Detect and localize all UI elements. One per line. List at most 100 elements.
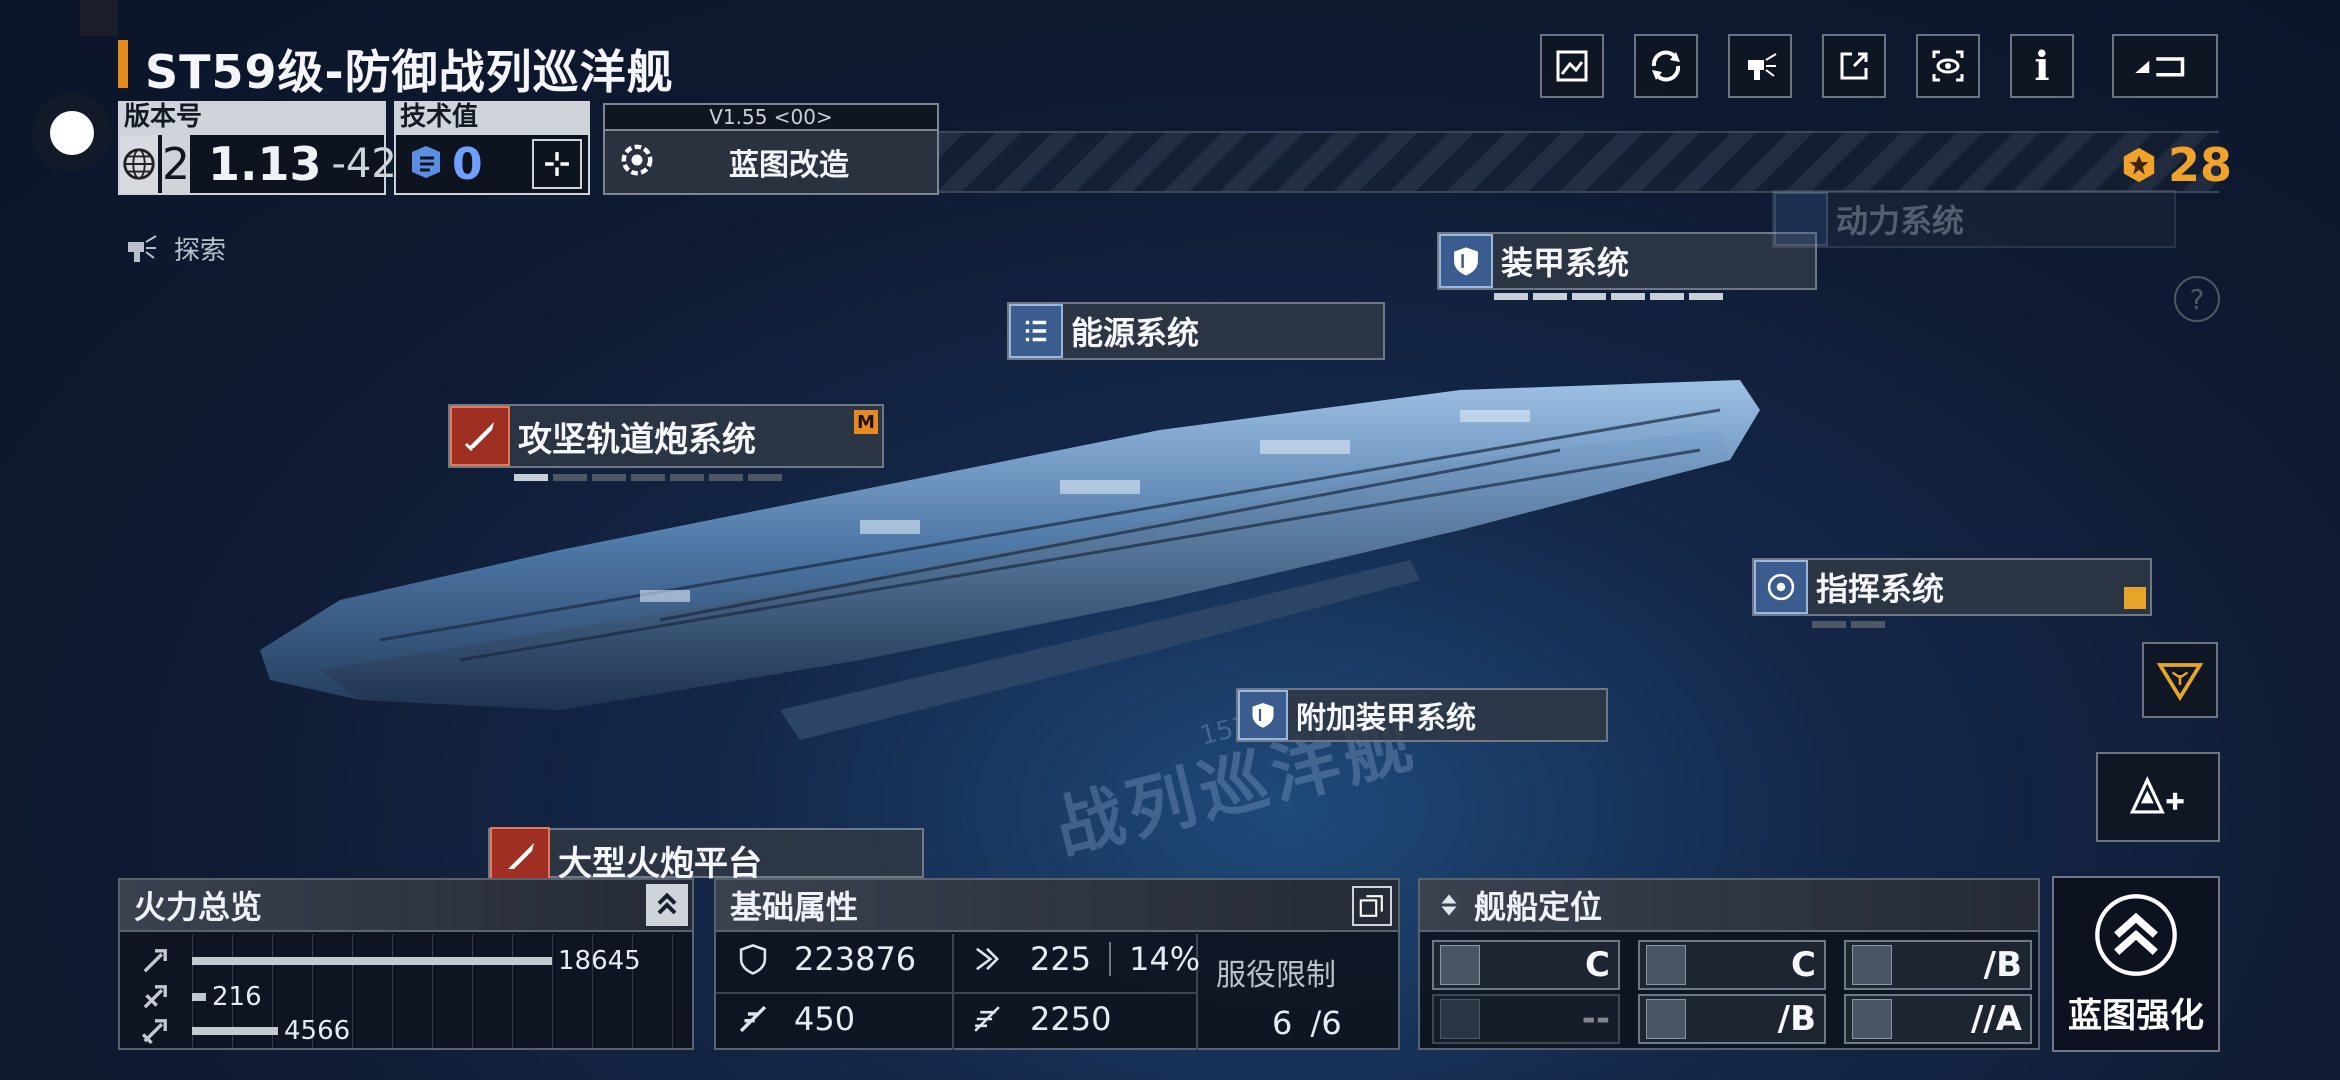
role-cell: /B: [1844, 940, 2032, 990]
share-button[interactable]: [1822, 34, 1886, 98]
tech-label: 技术值: [394, 101, 590, 133]
firepower-bar: [192, 993, 206, 1001]
explore-label: 探索: [174, 235, 227, 266]
upgrade-plus-button[interactable]: [2096, 752, 2220, 842]
tech-add-button[interactable]: [532, 139, 582, 189]
firepower-value: 4566: [284, 1016, 351, 1046]
service-current: 6: [1272, 1004, 1293, 1042]
share-icon: [1840, 52, 1868, 80]
firepower-panel: 火力总览 18645 216 4566: [118, 878, 694, 1050]
currency-icon: [2123, 147, 2155, 183]
firepower-bar: [192, 1027, 278, 1035]
service-limit-label: 服役限制: [1216, 958, 1336, 993]
attributes-header: 基础属性: [716, 880, 1398, 932]
system-extra-armor[interactable]: 附加装甲系统: [1236, 688, 1608, 742]
floating-assist-button[interactable]: [32, 93, 112, 173]
view-icon: [1932, 50, 1964, 82]
refresh-icon: [1651, 50, 1681, 82]
currency-display: 28: [2120, 138, 2232, 192]
system-extra-armor-label: 附加装甲系统: [1296, 701, 1476, 736]
list-icon: [1009, 304, 1063, 358]
explore-drone-icon: [128, 235, 157, 262]
firepower-title: 火力总览: [134, 888, 263, 926]
system-railgun[interactable]: 攻坚轨道炮系统 M: [448, 404, 884, 468]
version-value-box: 2 1.13 -42: [118, 133, 397, 195]
triangle-filter-icon: [2156, 663, 2204, 702]
system-armor-label: 装甲系统: [1501, 244, 1630, 282]
explore-link[interactable]: 探索: [122, 228, 226, 268]
gear-icon: [615, 138, 659, 186]
system-command[interactable]: 指挥系统: [1752, 558, 2152, 616]
globe-icon: [120, 135, 158, 193]
role-grade: /B: [1983, 945, 2022, 985]
pip: [553, 474, 587, 481]
attr-evade: 225 14%: [970, 940, 1200, 978]
attr-speed: 450: [736, 1000, 855, 1038]
detail-window-button[interactable]: [1352, 886, 1392, 926]
attr-evade-value: 225: [1030, 940, 1092, 978]
role-grade: //A: [1970, 999, 2022, 1039]
return-icon: [2135, 57, 2185, 77]
railgun-icon: [450, 406, 510, 466]
role-cell: C: [1638, 940, 1826, 990]
ship-title: ST59级-防御战列巡洋舰: [145, 45, 674, 99]
refresh-button[interactable]: [1634, 34, 1698, 98]
explore-drone-icon: [1748, 53, 1777, 80]
blueprint-modify-label: 蓝图改造: [729, 148, 849, 183]
railgun-badge: M: [854, 410, 878, 434]
pip: [1611, 293, 1645, 300]
support-role-icon: [1440, 999, 1480, 1039]
system-big-gun[interactable]: 大型火炮平台: [488, 827, 924, 887]
system-armor[interactable]: 装甲系统: [1437, 232, 1817, 290]
role-grade: C: [1585, 945, 1610, 985]
blueprint-modify-button[interactable]: 蓝图改造: [603, 129, 939, 195]
pip: [1851, 621, 1885, 628]
role-panel: 舰船定位 C C /B -- /B //A: [1418, 878, 2040, 1050]
system-power-label: 动力系统: [1836, 202, 1965, 240]
strengthen-label: 蓝图强化: [2068, 995, 2204, 1036]
tech-icon: [406, 142, 446, 186]
version-block: 版本号 2 1.13 -42: [118, 101, 397, 195]
blueprint-gallery-button[interactable]: [1540, 34, 1604, 98]
system-command-label: 指挥系统: [1816, 570, 1945, 608]
rank-chevron-button[interactable]: [646, 884, 688, 926]
pip: [1812, 621, 1846, 628]
chevron-up-icon: [657, 892, 677, 915]
exit-button[interactable]: [2112, 34, 2218, 98]
shield-icon: [1439, 234, 1493, 288]
role-cell: //A: [1844, 994, 2032, 1044]
header-stripe-bar: [939, 131, 2219, 193]
info-button[interactable]: i: [2010, 34, 2074, 98]
help-icon[interactable]: ?: [2174, 276, 2220, 322]
attr-evade-pct: 14%: [1129, 940, 1201, 978]
attr-hp: 223876: [736, 940, 916, 978]
firepower-row: 18645: [138, 944, 641, 978]
attr-warp: 2250: [970, 1000, 1111, 1038]
pip: [670, 474, 704, 481]
warp-icon: [974, 1006, 1000, 1032]
blueprint-strengthen-button[interactable]: 蓝图强化: [2052, 876, 2220, 1052]
rank-icon: [1441, 894, 1457, 916]
command-level-pips: [1812, 621, 1885, 628]
role-header: 舰船定位: [1420, 880, 2038, 932]
tank-role-icon: [1852, 999, 1892, 1039]
attr-warp-value: 2250: [1030, 1000, 1112, 1038]
command-target-icon: [1754, 560, 1808, 614]
firepower-row: 4566: [138, 1014, 350, 1048]
system-energy-label: 能源系统: [1071, 314, 1200, 352]
anti-air-icon: [143, 985, 167, 1009]
explore-drone-button[interactable]: [1728, 34, 1792, 98]
attr-speed-value: 450: [794, 1000, 856, 1038]
pip: [709, 474, 743, 481]
engine-icon: [1774, 192, 1828, 246]
view-mode-button[interactable]: [1916, 34, 1980, 98]
firepower-row: 216: [138, 980, 262, 1014]
pip: [748, 474, 782, 481]
crosshair-plus-icon: [545, 152, 569, 176]
version-label: 版本号: [118, 101, 386, 133]
fleet-filter-button[interactable]: [2142, 642, 2218, 718]
system-power[interactable]: 动力系统: [1772, 190, 2176, 248]
pip: [514, 474, 548, 481]
system-energy[interactable]: 能源系统: [1007, 302, 1385, 360]
speed-icon: [739, 1005, 767, 1033]
